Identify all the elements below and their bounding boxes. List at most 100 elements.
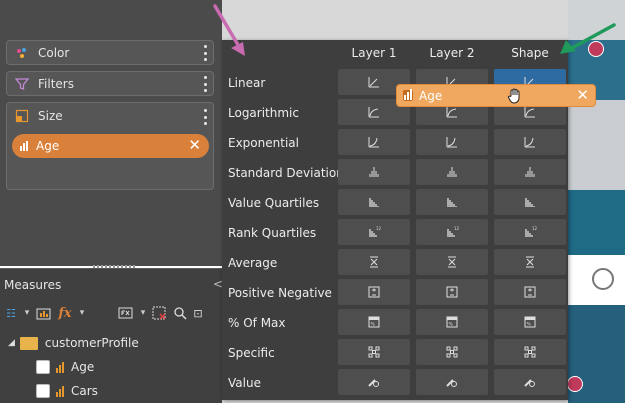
palette-icon xyxy=(15,46,29,60)
scaling-option-button[interactable] xyxy=(338,369,410,395)
scaling-option-icon xyxy=(526,256,534,268)
column-header-layer-2: Layer 2 xyxy=(429,46,475,60)
scaling-option-label: Rank Quartiles xyxy=(228,226,317,240)
tree-folder[interactable]: ◢ customerProfile xyxy=(8,331,139,355)
scaling-option-button[interactable]: 123 xyxy=(416,219,488,245)
pink-arrow-icon xyxy=(213,4,245,56)
scaling-option-button[interactable] xyxy=(338,159,410,185)
scaling-option-icon xyxy=(524,379,535,387)
scaling-option-button[interactable] xyxy=(338,339,410,365)
map-marker[interactable] xyxy=(567,376,583,392)
map-tile xyxy=(568,100,625,190)
svg-text:%: % xyxy=(371,322,376,328)
scaling-option-icon xyxy=(446,379,457,387)
scaling-option-icon xyxy=(370,256,378,268)
scaling-option-icon xyxy=(524,107,535,118)
scaling-option-button[interactable] xyxy=(416,129,488,155)
scaling-option-button[interactable]: % xyxy=(338,309,410,335)
scaling-option-button[interactable] xyxy=(494,369,566,395)
scaling-option-icon xyxy=(368,379,379,387)
size-well[interactable]: Size Age ✕ xyxy=(6,102,214,190)
scaling-option-icon xyxy=(446,286,458,298)
scaling-option-icon xyxy=(447,198,457,207)
chevron-down-icon[interactable]: ▾ xyxy=(23,304,31,322)
scaling-option-label: Positive Negative xyxy=(228,286,332,300)
scaling-option-icon: 123 xyxy=(525,226,537,237)
scaling-option-icon xyxy=(525,198,535,207)
scaling-option-button[interactable] xyxy=(416,339,488,365)
custom-field-icon[interactable] xyxy=(118,304,134,322)
tree-item-cars[interactable]: Cars xyxy=(36,379,98,403)
scaling-option-button[interactable] xyxy=(416,159,488,185)
expand-icon[interactable]: ◢ xyxy=(8,338,15,348)
scaling-option-icon xyxy=(369,167,379,177)
scaling-option-label: % Of Max xyxy=(228,316,286,330)
column-header-layer-1: Layer 1 xyxy=(351,46,397,60)
scaling-option-button[interactable] xyxy=(494,249,566,275)
filters-well-label: Filters xyxy=(38,76,74,91)
properties-icon[interactable]: ⊡ xyxy=(192,304,204,322)
formula-icon[interactable]: fx xyxy=(57,304,73,322)
scaling-option-button[interactable] xyxy=(338,189,410,215)
hierarchy-icon[interactable]: ☷ xyxy=(4,304,18,322)
folder-label: customerProfile xyxy=(44,336,139,350)
svg-text:123: 123 xyxy=(454,226,459,231)
filters-well[interactable]: Filters xyxy=(6,71,214,96)
scaling-option-button[interactable] xyxy=(416,249,488,275)
scaling-option-button[interactable] xyxy=(416,189,488,215)
scaling-option-button[interactable] xyxy=(494,159,566,185)
globe-icon[interactable] xyxy=(592,268,614,290)
scaling-option-icon: % xyxy=(368,316,380,328)
filters-well-menu-icon[interactable] xyxy=(204,76,208,92)
scaling-option-icon: 123 xyxy=(447,226,459,237)
remove-field-icon[interactable] xyxy=(152,304,168,322)
map-tile xyxy=(568,190,625,255)
close-icon[interactable]: ✕ xyxy=(576,86,589,104)
scaling-option-button[interactable]: % xyxy=(494,309,566,335)
bar-chart-icon xyxy=(20,141,28,151)
size-icon xyxy=(15,109,29,123)
color-well[interactable]: Color xyxy=(6,40,214,65)
scaling-option-button[interactable] xyxy=(494,129,566,155)
calculator-icon[interactable] xyxy=(36,304,52,322)
scaling-option-button[interactable]: 123 xyxy=(494,219,566,245)
scaling-option-button[interactable]: % xyxy=(416,309,488,335)
scaling-option-button[interactable] xyxy=(338,249,410,275)
scaling-option-icon xyxy=(447,167,457,177)
scaling-option-label: Value xyxy=(228,376,261,390)
scaling-option-button[interactable] xyxy=(338,129,410,155)
scaling-option-icon xyxy=(524,346,536,358)
close-icon[interactable]: ✕ xyxy=(188,136,201,154)
size-field-pill[interactable]: Age ✕ xyxy=(12,134,209,158)
scaling-option-button[interactable] xyxy=(416,279,488,305)
scaling-option-icon xyxy=(446,137,457,148)
scaling-option-button[interactable] xyxy=(338,279,410,305)
scaling-option-label: Value Quartiles xyxy=(228,196,320,210)
chevron-down-icon[interactable]: ▾ xyxy=(78,304,86,322)
scaling-option-button[interactable] xyxy=(494,189,566,215)
scaling-option-button[interactable] xyxy=(494,339,566,365)
svg-text:123: 123 xyxy=(376,226,381,231)
checkbox[interactable] xyxy=(36,384,50,398)
scaling-option-icon xyxy=(446,346,458,358)
measures-title: Measures xyxy=(4,278,62,292)
dragged-field-pill[interactable]: Age ✕ xyxy=(396,84,596,107)
measure-label: Age xyxy=(71,360,95,374)
scaling-option-icon xyxy=(525,167,535,177)
tree-item-age[interactable]: Age xyxy=(36,355,94,379)
checkbox[interactable] xyxy=(36,360,50,374)
scaling-option-label: Specific xyxy=(228,346,275,360)
size-well-menu-icon[interactable] xyxy=(204,109,208,125)
field-wells-panel: Color Filters Size Age ✕ xyxy=(0,0,222,268)
scaling-option-button[interactable] xyxy=(416,369,488,395)
scaling-option-button[interactable] xyxy=(494,279,566,305)
bar-chart-icon xyxy=(403,89,413,101)
scaling-option-label: Logarithmic xyxy=(228,106,299,120)
scaling-option-icon: % xyxy=(446,316,458,328)
search-icon[interactable] xyxy=(173,304,187,322)
scaling-option-button[interactable]: 123 xyxy=(338,219,410,245)
scaling-option-icon xyxy=(368,286,380,298)
chevron-down-icon[interactable]: ▾ xyxy=(139,304,147,322)
scaling-option-label: Average xyxy=(228,256,278,270)
green-arrow-icon xyxy=(560,23,616,54)
